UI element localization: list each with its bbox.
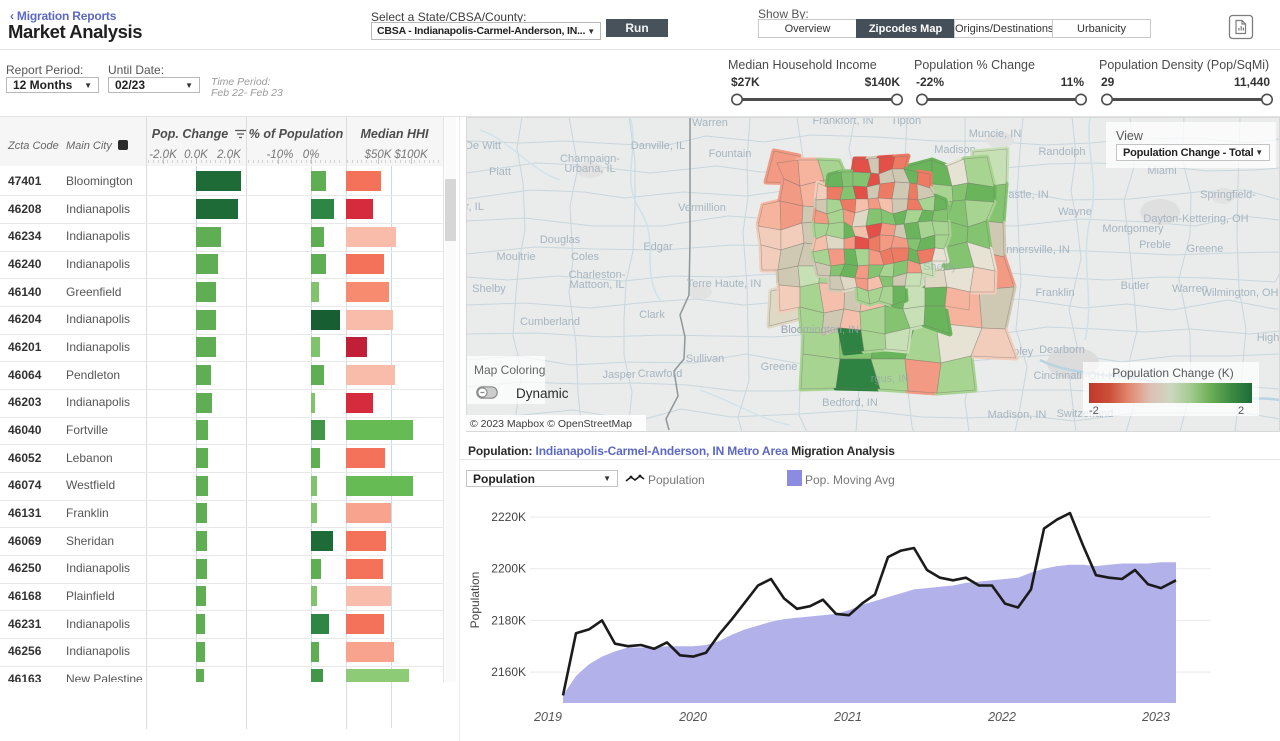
svg-text:$140K: $140K — [865, 75, 901, 89]
svg-text:Warren: Warren — [692, 117, 728, 129]
svg-text:-22%: -22% — [916, 75, 944, 89]
svg-text:Moultrie: Moultrie — [496, 251, 535, 263]
svg-text:De Witt: De Witt — [466, 140, 501, 152]
svg-text:Douglas: Douglas — [540, 234, 581, 246]
svg-text:Preble: Preble — [1139, 239, 1171, 251]
svg-text:Population: Population — [468, 572, 482, 629]
svg-text:Mattoon, IL: Mattoon, IL — [569, 279, 624, 291]
svg-text:Wilmington, OH: Wilmington, OH — [1201, 287, 1278, 299]
svg-text:Terre Haute, IN: Terre Haute, IN — [687, 278, 762, 290]
svg-text:2019: 2019 — [533, 710, 562, 724]
svg-text:Piatt: Piatt — [489, 166, 511, 178]
svg-text:Shelby: Shelby — [923, 261, 957, 273]
svg-text:Sullivan: Sullivan — [686, 353, 725, 365]
svg-text:Clark: Clark — [639, 309, 665, 321]
svg-text:11,440: 11,440 — [1234, 75, 1270, 89]
svg-text:Bloomington, IN: Bloomington, IN — [781, 324, 859, 336]
svg-text:Crawford: Crawford — [638, 368, 683, 380]
svg-text:2020: 2020 — [678, 710, 707, 724]
svg-text:Tipton: Tipton — [891, 117, 921, 127]
svg-text:2022: 2022 — [987, 710, 1016, 724]
svg-text:Bedford, IN: Bedford, IN — [822, 397, 878, 409]
svg-text:Randolph: Randolph — [1038, 146, 1085, 158]
svg-text:11%: 11% — [1061, 75, 1085, 89]
svg-text:Wayne: Wayne — [1058, 206, 1092, 218]
svg-text:Butler: Butler — [1121, 280, 1150, 292]
svg-text:Franklin: Franklin — [1035, 287, 1074, 299]
svg-text:High: High — [1257, 332, 1280, 344]
svg-text:Median Household Income: Median Household Income — [728, 58, 877, 72]
svg-text:atur, IL: atur, IL — [466, 201, 484, 213]
svg-text:$27K: $27K — [731, 75, 760, 89]
svg-text:Danville, IL: Danville, IL — [631, 140, 685, 152]
svg-text:rgus, IN: rgus, IN — [871, 373, 910, 385]
svg-text:Greene: Greene — [1187, 243, 1224, 255]
svg-text:Coles: Coles — [571, 251, 600, 263]
svg-text:Urbana, IL: Urbana, IL — [564, 163, 615, 175]
svg-text:2160K: 2160K — [491, 665, 526, 679]
svg-text:2180K: 2180K — [491, 613, 526, 627]
svg-text:Dayton-Kettering, OH: Dayton-Kettering, OH — [1143, 213, 1248, 225]
svg-text:Shelby: Shelby — [472, 283, 506, 295]
svg-text:Population Density (Pop/SqMi): Population Density (Pop/SqMi) — [1099, 58, 1269, 72]
svg-text:Madison: Madison — [934, 144, 976, 156]
svg-text:2023: 2023 — [1141, 710, 1170, 724]
svg-text:2220K: 2220K — [491, 510, 526, 524]
svg-text:Springfield-: Springfield- — [1200, 189, 1256, 201]
svg-text:Greene: Greene — [761, 361, 798, 373]
svg-text:Fountain: Fountain — [709, 148, 752, 160]
svg-text:Population % Change: Population % Change — [914, 58, 1035, 72]
svg-text:Cumberland: Cumberland — [520, 316, 580, 328]
svg-text:Dearborn: Dearborn — [1039, 344, 1085, 356]
svg-text:Madison, IN: Madison, IN — [988, 409, 1047, 421]
svg-text:29: 29 — [1101, 75, 1115, 89]
svg-text:Frankfort, IN: Frankfort, IN — [812, 117, 873, 127]
svg-text:Muncie, IN: Muncie, IN — [969, 128, 1022, 140]
svg-text:Edgar: Edgar — [643, 241, 673, 253]
svg-text:2021: 2021 — [833, 710, 862, 724]
svg-text:Vermillion: Vermillion — [678, 202, 726, 214]
svg-text:2200K: 2200K — [491, 562, 526, 576]
svg-text:Jasper: Jasper — [602, 369, 635, 381]
